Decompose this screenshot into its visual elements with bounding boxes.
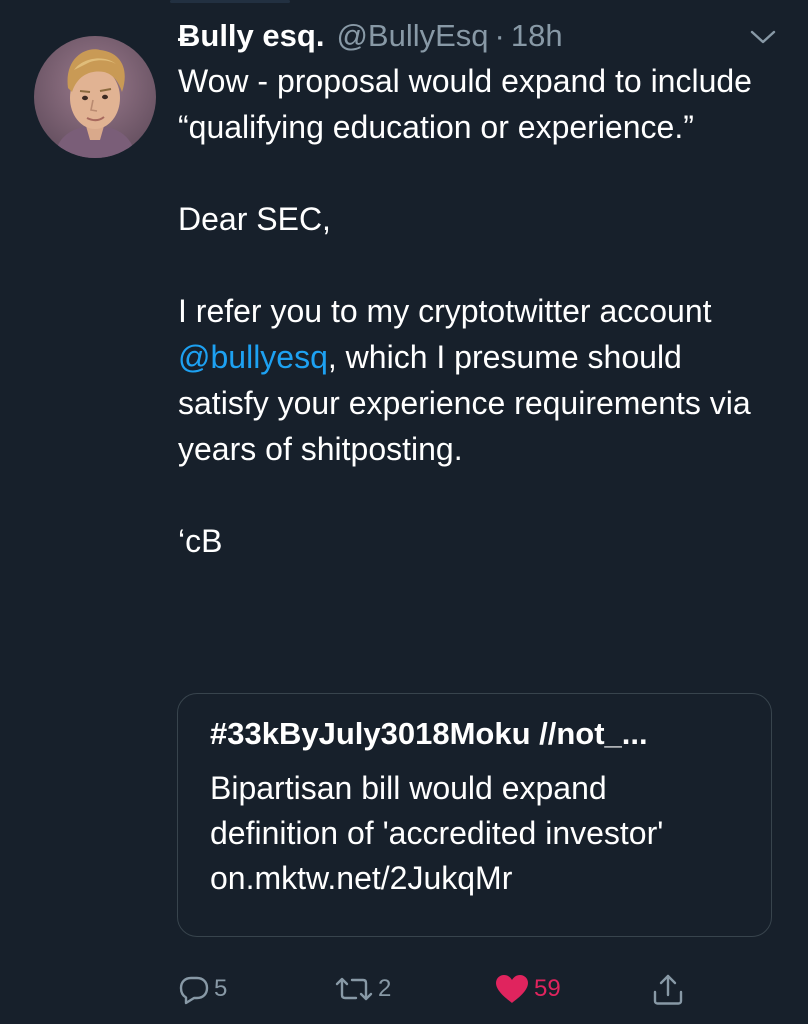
- chevron-down-icon[interactable]: [748, 26, 778, 48]
- share-button[interactable]: [652, 964, 688, 1014]
- share-icon: [653, 974, 683, 1005]
- quoted-tweet-card[interactable]: #33kByJuly3018Moku //not_... Bipartisan …: [177, 693, 772, 937]
- reply-count: 5: [214, 975, 228, 1002]
- tweet-header: Ƀully esq. @BullyEsq · 18h: [178, 12, 563, 60]
- retweet-icon: [335, 977, 373, 1001]
- tweet-text: Wow - proposal would expand to include “…: [178, 58, 778, 564]
- mention-link[interactable]: @bullyesq: [178, 339, 328, 375]
- tweet-actions: 5 2 59: [0, 964, 808, 1014]
- retweet-count: 2: [378, 975, 392, 1002]
- thread-divider: [170, 0, 290, 3]
- avatar[interactable]: [34, 36, 156, 158]
- tweet-text-segment: I refer you to my cryptotwitter account: [178, 293, 712, 329]
- user-handle[interactable]: @BullyEsq: [336, 18, 488, 54]
- separator-dot: ·: [494, 18, 505, 53]
- like-button[interactable]: 59: [494, 964, 561, 1014]
- tweet-paragraph: I refer you to my cryptotwitter account …: [178, 288, 778, 472]
- card-description: Bipartisan bill would expand definition …: [210, 770, 664, 896]
- avatar-image: [34, 36, 156, 158]
- heart-icon: [496, 975, 528, 1003]
- card-title: #33kByJuly3018Moku //not_...: [210, 716, 648, 751]
- reply-icon: [179, 976, 209, 1005]
- tweet-paragraph: Dear SEC,: [178, 201, 331, 237]
- timestamp[interactable]: 18h: [511, 18, 563, 54]
- like-count: 59: [534, 975, 561, 1002]
- display-name[interactable]: Ƀully esq.: [178, 18, 324, 54]
- reply-button[interactable]: 5: [178, 964, 227, 1014]
- retweet-button[interactable]: 2: [334, 964, 391, 1014]
- tweet-paragraph: Wow - proposal would expand to include “…: [178, 63, 752, 145]
- tweet-paragraph: ‘cB: [178, 523, 223, 559]
- tweet[interactable]: Ƀully esq. @BullyEsq · 18h Wow - proposa…: [0, 0, 808, 1024]
